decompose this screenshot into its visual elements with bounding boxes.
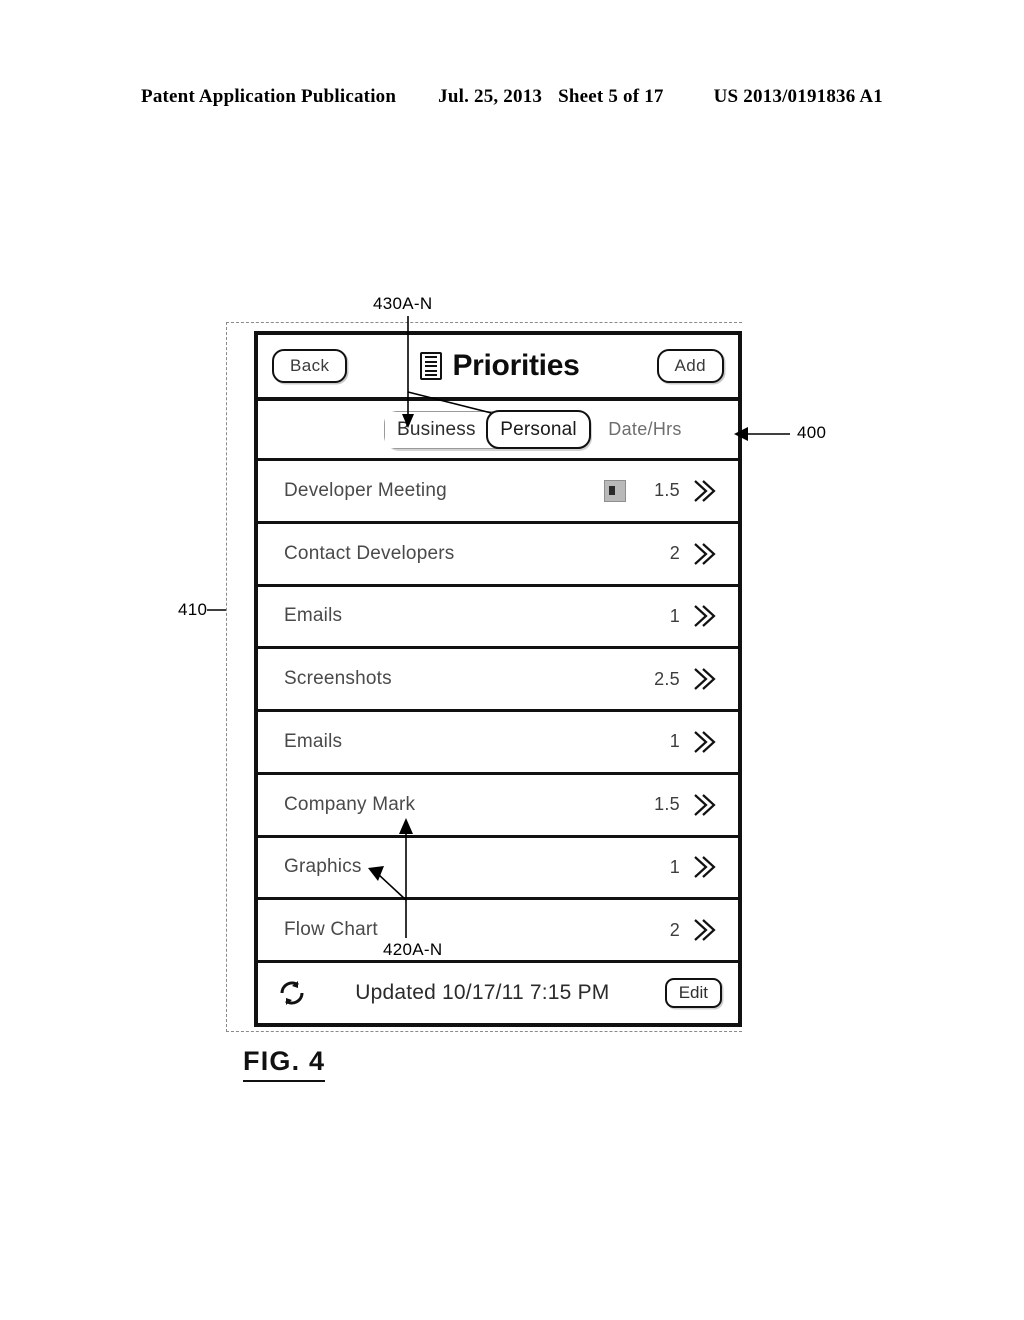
calendar-badge-icon <box>604 479 626 502</box>
page-title: Priorities <box>452 349 580 382</box>
chevron-right-icon[interactable] <box>692 729 716 755</box>
back-button[interactable]: Back <box>272 349 348 383</box>
task-title: Company Mark <box>284 793 416 815</box>
table-row[interactable]: Emails 1 <box>258 712 738 775</box>
category-segmented-control[interactable]: Business Personal <box>384 410 591 449</box>
navbar-title-group: Priorities <box>343 351 656 381</box>
footer-toolbar: Updated 10/17/11 7:15 PM Edit <box>258 963 738 1023</box>
chevron-right-icon[interactable] <box>692 854 716 880</box>
mobile-device-screen: Back Priorities Add Business Personal Da… <box>254 331 742 1027</box>
task-hours: 2 <box>669 919 680 940</box>
patent-page-header: Patent Application Publication Jul. 25, … <box>0 86 1024 108</box>
table-row[interactable]: Screenshots 2.5 <box>258 649 738 712</box>
chevron-right-icon[interactable] <box>692 666 716 692</box>
table-row[interactable]: Graphics 1 <box>258 838 738 901</box>
callout-400: 400 <box>797 423 827 442</box>
task-title: Flow Chart <box>284 919 378 941</box>
task-hours: 1 <box>669 731 680 752</box>
patent-number: US 2013/0191836 A1 <box>713 86 883 107</box>
publication-label: Patent Application Publication <box>141 86 397 107</box>
task-hours: 1.5 <box>654 794 680 815</box>
table-row[interactable]: Company Mark 1.5 <box>258 775 738 838</box>
filter-bar: Business Personal Date/Hrs <box>258 401 738 461</box>
column-header-date-hrs: Date/Hrs <box>608 419 682 439</box>
task-list: Developer Meeting 1.5 Contact Developers… <box>258 461 738 963</box>
figure-caption: FIG. 4 <box>243 1046 326 1082</box>
task-hours: 1 <box>669 856 680 877</box>
edit-button[interactable]: Edit <box>664 978 722 1008</box>
task-title: Developer Meeting <box>284 479 447 501</box>
chevron-right-icon[interactable] <box>692 792 716 818</box>
task-title: Screenshots <box>284 668 392 690</box>
task-title: Graphics <box>284 856 362 878</box>
list-document-icon <box>420 352 443 380</box>
table-row[interactable]: Contact Developers 2 <box>258 524 738 587</box>
table-row[interactable]: Flow Chart 2 <box>258 900 738 963</box>
publication-date: Jul. 25, 2013 <box>438 86 543 107</box>
segment-business[interactable]: Business <box>385 411 488 448</box>
task-title: Emails <box>284 730 343 752</box>
chevron-right-icon[interactable] <box>692 917 716 943</box>
task-title: Emails <box>284 605 343 627</box>
sheet-number: Sheet 5 of 17 <box>558 86 664 107</box>
task-title: Contact Developers <box>284 542 455 564</box>
last-updated-status: Updated 10/17/11 7:15 PM <box>355 981 610 1004</box>
table-row[interactable]: Developer Meeting 1.5 <box>258 461 738 524</box>
callout-430a-n: 430A-N <box>373 294 433 313</box>
add-button[interactable]: Add <box>656 349 724 383</box>
callout-410: 410 <box>178 600 208 619</box>
callout-420a-n: 420A-N <box>383 940 443 959</box>
chevron-right-icon[interactable] <box>692 541 716 567</box>
table-row[interactable]: Emails 1 <box>258 587 738 650</box>
segment-personal[interactable]: Personal <box>486 410 591 449</box>
chevron-right-icon[interactable] <box>692 603 716 629</box>
navigation-bar: Back Priorities Add <box>258 335 738 401</box>
task-hours: 2.5 <box>654 668 680 689</box>
task-hours: 2 <box>669 543 680 564</box>
task-hours: 1.5 <box>654 480 680 501</box>
task-hours: 1 <box>669 605 680 626</box>
chevron-right-icon[interactable] <box>692 478 716 504</box>
